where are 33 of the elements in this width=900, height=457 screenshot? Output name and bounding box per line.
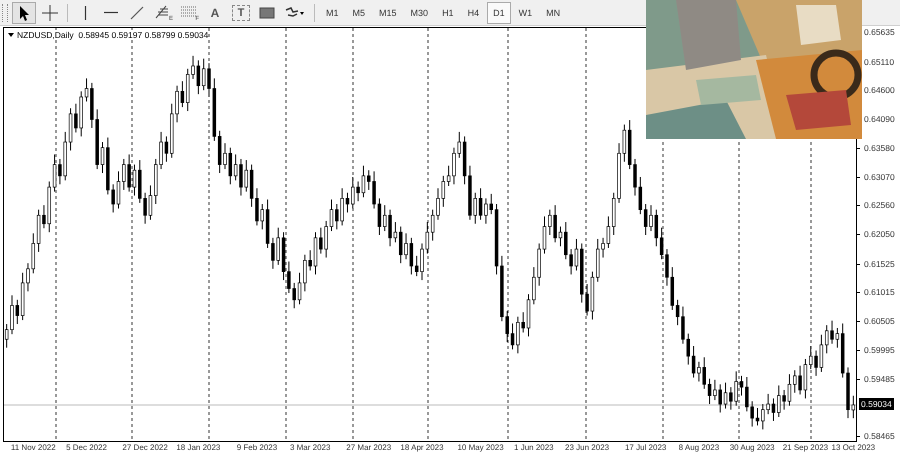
date-axis-label: 3 Mar 2023 xyxy=(290,443,330,452)
date-axis-label: 10 May 2023 xyxy=(457,443,504,452)
date-axis-label: 9 Feb 2023 xyxy=(236,443,278,452)
date-axis-label: 11 Nov 2022 xyxy=(10,443,56,452)
date-axis-label: 21 Sep 2023 xyxy=(782,443,828,452)
date-axis-label: 23 Jun 2023 xyxy=(565,443,610,452)
timeframe-tab[interactable]: D1 xyxy=(487,2,511,24)
last-price-label: 0.59034 xyxy=(859,398,894,410)
symbol-quote-text: NZDUSD,Daily 0.58945 0.59197 0.58799 0.59034 xyxy=(17,30,208,40)
timeframe-tab[interactable]: H1 xyxy=(436,2,460,24)
text-tool-button[interactable]: A xyxy=(203,2,227,24)
date-axis-label: 18 Apr 2023 xyxy=(400,443,444,452)
timeframe-tab[interactable]: M15 xyxy=(373,2,403,24)
date-axis-label: 27 Dec 2022 xyxy=(122,443,168,452)
price-axis-label: 0.64090 xyxy=(861,113,895,126)
date-axis-label: 30 Aug 2023 xyxy=(730,443,775,452)
timeframe-tab[interactable]: M5 xyxy=(346,2,372,24)
timeframe-tab[interactable]: MN xyxy=(540,2,566,24)
date-axis-label: 1 Jun 2023 xyxy=(514,443,554,452)
date-axis-label: 8 Aug 2023 xyxy=(678,443,720,452)
date-axis-label: 5 Dec 2022 xyxy=(66,443,107,452)
date-axis-label: 18 Jan 2023 xyxy=(176,443,220,452)
label-tool-button[interactable]: T xyxy=(229,2,253,24)
date-axis-label: 17 Jul 2023 xyxy=(624,443,666,452)
price-axis-label: 0.64600 xyxy=(861,84,895,96)
price-axis-label: 0.65635 xyxy=(861,26,895,38)
timeframe-tab[interactable]: M30 xyxy=(404,2,434,24)
date-axis-label: 27 Mar 2023 xyxy=(346,443,392,452)
timeframe-tab[interactable]: M1 xyxy=(320,2,345,24)
date-axis-label: 13 Oct 2023 xyxy=(832,443,876,452)
timeframe-tab[interactable]: H4 xyxy=(462,2,486,24)
timeframe-tab[interactable]: W1 xyxy=(512,2,538,24)
price-axis-label: 0.65110 xyxy=(861,56,894,68)
